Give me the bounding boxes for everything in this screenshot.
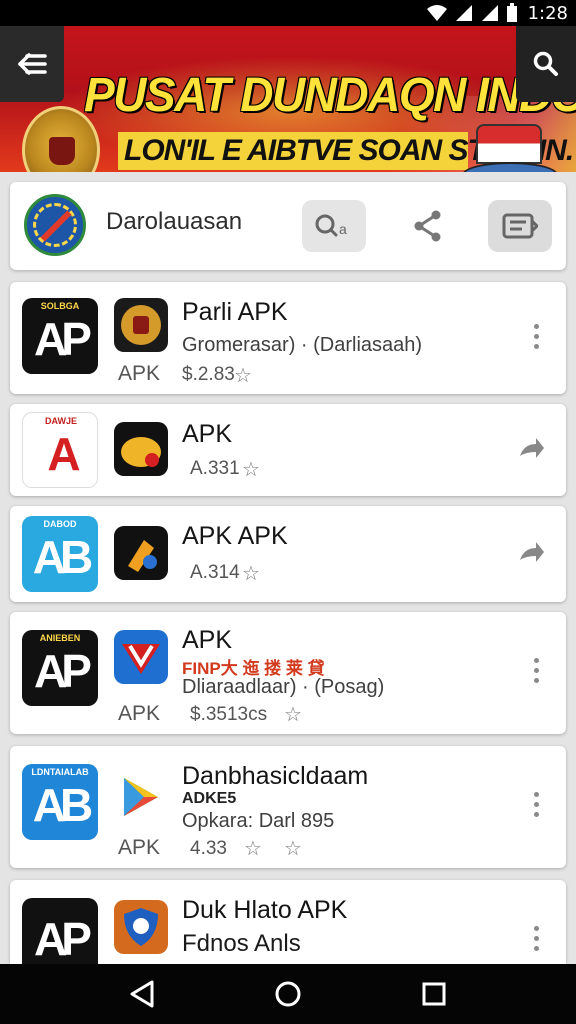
app-icon-letters: AP: [34, 913, 92, 964]
banner-search-button[interactable]: [516, 26, 576, 102]
app-icon: SOLBGA AP: [22, 298, 98, 374]
status-bar: 1:28: [0, 0, 576, 26]
app-icon-caption: DABOD: [43, 519, 77, 529]
forward-icon[interactable]: [516, 434, 546, 464]
store-name: Darolauasan: [106, 208, 243, 235]
star-outline-icon: ☆: [242, 563, 260, 585]
banner-subtitle: LON'IL E AIBTVE SOAN STERHN.: [118, 132, 574, 170]
app-title: Parli APK: [182, 298, 288, 326]
star-outline-icon: ☆: [244, 838, 262, 860]
app-title: APK APK: [182, 522, 288, 550]
app-logo-icon: [114, 630, 168, 684]
header-search-button[interactable]: a: [302, 200, 366, 252]
app-icon-letters: AB: [32, 531, 93, 583]
more-vert-icon[interactable]: [522, 918, 550, 958]
list-icon: [502, 213, 538, 239]
app-icon: DAWJE A: [22, 412, 98, 488]
search-icon: a: [315, 214, 347, 237]
signal-icon: [481, 5, 498, 21]
app-icon-letters: A: [47, 428, 80, 480]
hat-illustration-icon: [462, 124, 558, 172]
hero-banner: PUSAT DUNDAQN INDONESIA LON'IL E AIBTVE …: [0, 26, 576, 172]
app-icon: AP: [22, 898, 98, 964]
app-icon: LDNTAIALAB AB: [22, 764, 98, 840]
app-rating: A.314: [190, 562, 240, 583]
app-icon-letters: AB: [32, 779, 93, 831]
store-header-card: Darolauasan a: [10, 182, 566, 270]
forward-icon[interactable]: [516, 538, 546, 568]
app-title: Danbhasicldaam: [182, 762, 369, 790]
circle-home-icon[interactable]: [270, 978, 306, 1010]
more-vert-icon[interactable]: [522, 650, 550, 690]
share-button[interactable]: [396, 200, 460, 252]
clock: 1:28: [527, 2, 568, 24]
app-icon: DABOD AB: [22, 516, 98, 592]
wifi-icon: [426, 5, 447, 21]
app-icon-caption: SOLBGA: [40, 301, 80, 311]
list-menu-button[interactable]: [488, 200, 552, 252]
more-vert-icon[interactable]: [522, 784, 550, 824]
app-subtitle: Dliaraadlaar) · (Posag): [182, 676, 385, 698]
app-card[interactable]: DAWJE A APK A.331 ☆: [10, 404, 566, 496]
app-card[interactable]: DABOD AB APK APK A.314 ☆: [10, 506, 566, 602]
app-subtitle: Opkara: Darl 895: [182, 810, 335, 832]
app-subtitle: Fdnos Anls: [182, 930, 301, 957]
signal-icon: [455, 5, 472, 21]
app-card[interactable]: ANIEBEN AP APK FINP大 迤 搂 莱 貸 Dliaraadlaa…: [10, 612, 566, 734]
app-title: APK: [182, 626, 233, 654]
app-card[interactable]: SOLBGA AP Parli APK Gromerasar) · (Darli…: [10, 282, 566, 394]
app-icon-caption: ANIEBEN: [39, 633, 81, 643]
app-title: Duk Hlato APK: [182, 896, 348, 924]
play-store-icon: [114, 770, 168, 824]
app-icon-letters: AP: [34, 645, 92, 697]
app-rating: 4.33: [190, 838, 227, 859]
app-title: APK: [182, 420, 233, 448]
apk-label: APK: [118, 362, 161, 385]
app-icon-caption: LDNTAIALAB: [31, 767, 89, 777]
app-card[interactable]: LDNTAIALAB AB Danbhasicldaam ADKE5 Opkar…: [10, 746, 566, 868]
app-logo-icon: [114, 526, 168, 580]
app-icon: ANIEBEN AP: [22, 630, 98, 706]
app-rating: A.331: [190, 458, 240, 479]
more-vert-icon[interactable]: [522, 316, 550, 356]
menu-back-button[interactable]: [0, 26, 64, 102]
store-logo-icon: [24, 194, 86, 256]
star-outline-icon: ☆: [242, 459, 260, 481]
app-subtitle: Gromerasar) · (Darliasaah): [182, 334, 423, 356]
app-subtitle-small: ADKE5: [182, 790, 237, 807]
apk-label: APK: [118, 836, 161, 859]
app-logo-icon: [114, 298, 168, 352]
app-rating: $.2.83: [182, 364, 235, 385]
app-card[interactable]: AP Duk Hlato APK Fdnos Anls: [10, 880, 566, 964]
app-icon-caption: DAWJE: [44, 416, 77, 426]
square-recents-icon[interactable]: [416, 978, 452, 1010]
triangle-back-icon[interactable]: [124, 978, 160, 1010]
star-outline-icon: ☆: [284, 704, 302, 726]
search-icon: [533, 51, 558, 76]
battery-icon: [506, 3, 517, 22]
system-nav-bar: [0, 964, 576, 1024]
app-icon-letters: AP: [34, 313, 92, 365]
star-outline-icon: ☆: [234, 365, 252, 387]
share-icon: [414, 210, 441, 242]
shield-app-icon: [114, 900, 168, 954]
banner-title: PUSAT DUNDAQN INDONESIA: [84, 66, 576, 122]
app-logo-icon: [114, 422, 168, 476]
menu-back-icon: [18, 53, 47, 75]
svg-text:a: a: [339, 221, 347, 237]
app-rating: $.3513cs: [190, 704, 268, 725]
star-outline-icon: ☆: [284, 838, 302, 860]
apk-label: APK: [118, 702, 161, 725]
